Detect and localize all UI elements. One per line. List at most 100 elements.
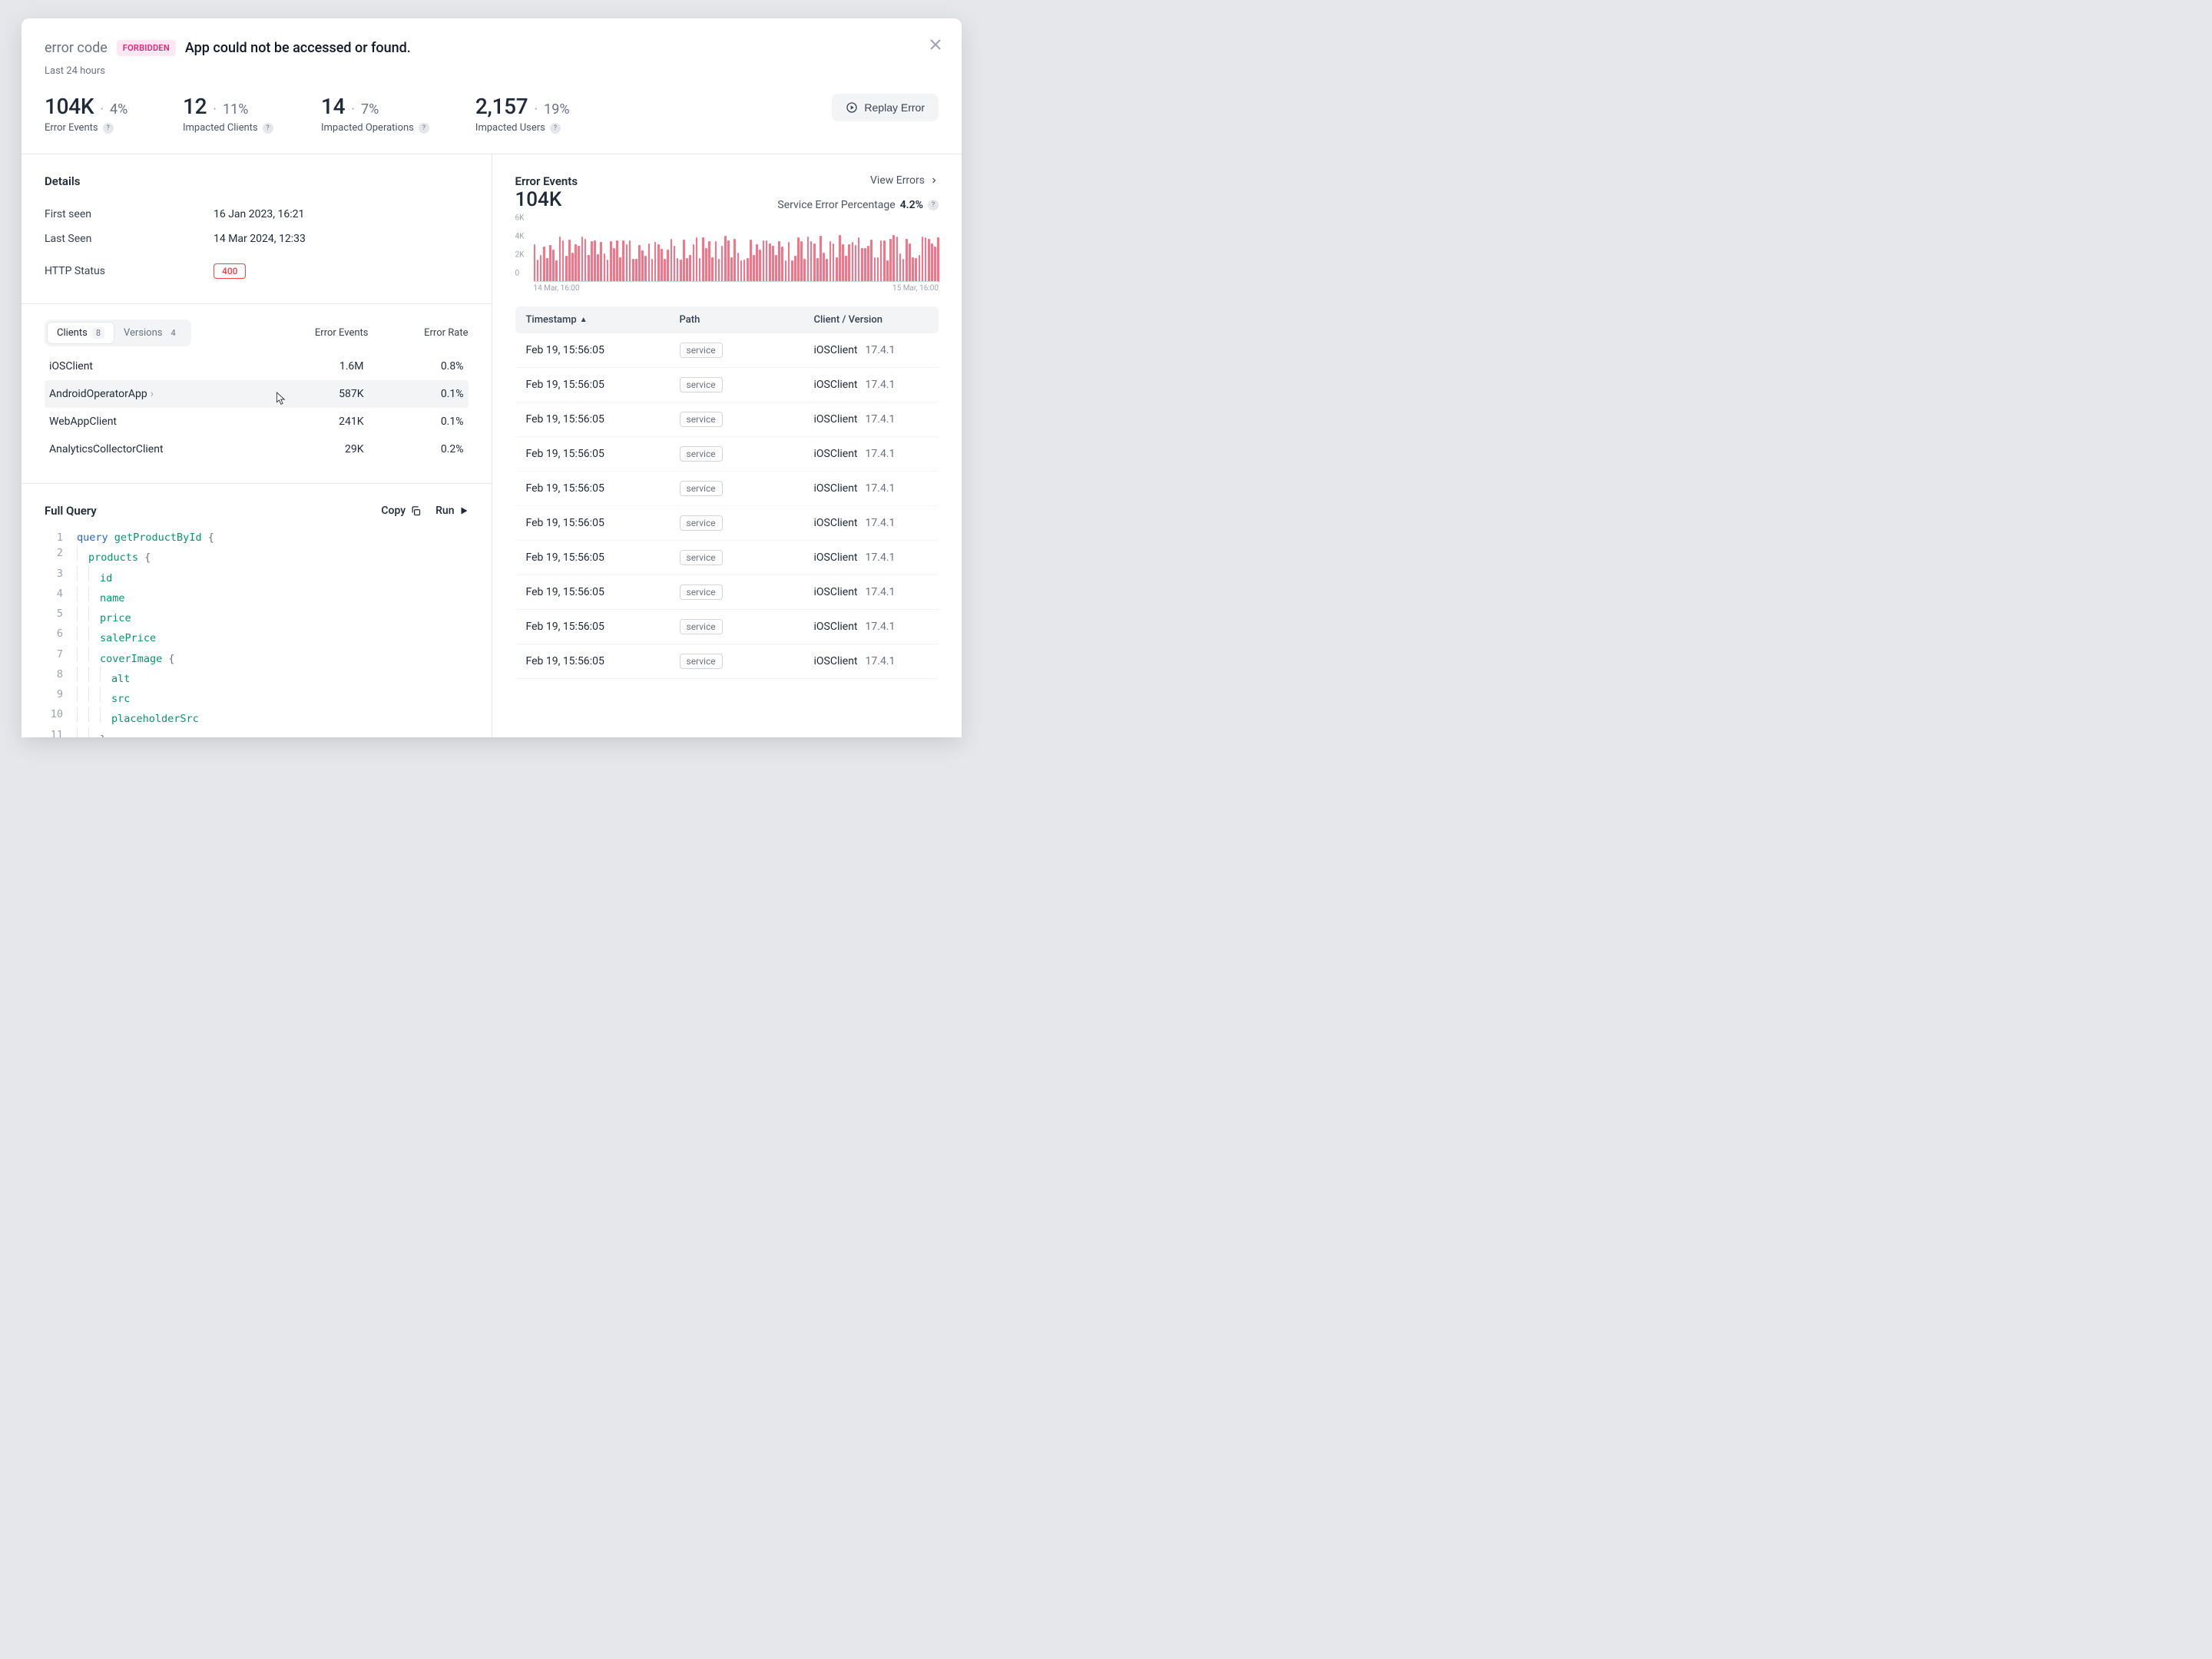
col-timestamp[interactable]: Timestamp ▲ [526,314,680,326]
full-query-section: Full Query Copy Run 1query getProductByI… [22,484,492,737]
chart-bar [562,240,565,282]
chart-bar [715,241,717,282]
chart-bar [657,244,660,282]
chart-bar [584,239,587,282]
error-detail-modal: error code FORBIDDEN App could not be ac… [22,18,962,737]
chart-bar [858,237,860,282]
chart-bar [788,242,790,282]
client-rate: 0.1% [364,388,464,400]
left-column: Details First seen16 Jan 2023, 16:21Last… [22,154,492,737]
chart-bar [648,243,651,282]
copy-label: Copy [381,505,406,517]
chart-bar [867,246,869,282]
http-status-label: HTTP Status [45,265,214,277]
path-pill: service [680,584,723,600]
chart-bar [534,244,536,282]
run-button[interactable]: Run [435,505,468,517]
chart-bar [781,247,783,282]
chart-bar [848,244,850,282]
event-row[interactable]: Feb 19, 15:56:05 service iOSClient17.4.1 [515,333,939,368]
chart-bar [886,260,889,282]
clients-section: Clients 8 Versions 4 Error Events Error … [22,304,492,484]
client-row[interactable]: AnalyticsCollectorClient 29K 0.2% [45,435,469,463]
modal-header: error code FORBIDDEN App could not be ac… [22,18,962,154]
client-row[interactable]: WebAppClient 241K 0.1% [45,408,469,435]
chart-bar [772,246,774,282]
status-badge: FORBIDDEN [117,40,176,56]
path-pill: service [680,343,723,358]
copy-button[interactable]: Copy [381,505,422,517]
event-row[interactable]: Feb 19, 15:56:05 service iOSClient17.4.1 [515,541,939,575]
event-row[interactable]: Feb 19, 15:56:05 service iOSClient17.4.1 [515,644,939,679]
chart-bar [810,241,813,282]
stat-value: 2,157 [475,94,528,119]
close-button[interactable] [926,35,945,54]
chart-bar [852,242,854,282]
chart-bar [651,259,654,282]
tab-clients[interactable]: Clients 8 [47,322,114,344]
chart-bar [870,240,873,282]
stat-label: Impacted Clients [183,122,258,134]
chart-bar [708,241,710,282]
client-row[interactable]: AndroidOperatorApp› 587K 0.1% [45,380,469,408]
chart-bar [552,250,555,282]
detail-val: 16 Jan 2023, 16:21 [214,208,304,220]
stat-pct: 7% [361,101,379,118]
details-title: Details [45,174,469,188]
client-rate: 0.2% [364,443,464,455]
chart-bar [641,250,644,282]
client-row[interactable]: iOSClient 1.6M 0.8% [45,353,469,380]
chart-bar [896,237,899,282]
chart-bar [581,237,584,282]
chart-bar [733,239,736,282]
chart-bar [794,256,796,282]
event-row[interactable]: Feb 19, 15:56:05 service iOSClient17.4.1 [515,472,939,506]
path-pill: service [680,377,723,392]
event-row[interactable]: Feb 19, 15:56:05 service iOSClient17.4.1 [515,575,939,610]
event-timestamp: Feb 19, 15:56:05 [526,482,680,495]
detail-key: First seen [45,208,214,220]
chart-bar [591,241,593,282]
stat-2: 14 · 7% Impacted Operations? [321,94,429,134]
event-row[interactable]: Feb 19, 15:56:05 service iOSClient17.4.1 [515,610,939,644]
chart-bar [769,243,771,282]
chart-bar [864,248,866,282]
chart-bar [800,241,803,282]
help-icon[interactable]: ? [419,123,429,134]
chart-bar [613,248,615,282]
chart-bar [797,237,800,282]
chart-bar [855,245,857,282]
col-path[interactable]: Path [680,314,814,326]
tab-versions[interactable]: Versions 4 [114,322,189,344]
help-icon[interactable]: ? [103,123,114,134]
event-client: iOSClient [814,586,858,598]
path-pill: service [680,446,723,462]
help-icon[interactable]: ? [550,123,561,134]
col-client-version[interactable]: Client / Version [814,314,929,326]
event-row[interactable]: Feb 19, 15:56:05 service iOSClient17.4.1 [515,437,939,472]
chevron-right-icon [929,176,939,185]
view-errors-link[interactable]: View Errors [870,174,939,187]
chart-bar [644,256,647,282]
replay-icon [846,101,858,114]
event-row[interactable]: Feb 19, 15:56:05 service iOSClient17.4.1 [515,402,939,437]
chart-bar [629,240,631,282]
event-timestamp: Feb 19, 15:56:05 [526,621,680,633]
help-icon[interactable]: ? [263,123,273,134]
path-pill: service [680,481,723,496]
chevron-right-icon: › [151,388,154,400]
event-client: iOSClient [814,621,858,633]
chart-bar [724,236,727,282]
help-icon[interactable]: ? [928,200,939,210]
chart-bar [693,244,695,282]
details-section: Details First seen16 Jan 2023, 16:21Last… [22,154,492,304]
error-events-section: Error Events View Errors 104K Service Er… [492,154,962,699]
event-row[interactable]: Feb 19, 15:56:05 service iOSClient17.4.1 [515,506,939,541]
event-version: 17.4.1 [866,517,896,529]
replay-error-button[interactable]: Replay Error [832,94,939,121]
chart-bar [622,240,624,282]
event-version: 17.4.1 [866,621,896,633]
chart-bar [937,237,939,282]
event-row[interactable]: Feb 19, 15:56:05 service iOSClient17.4.1 [515,368,939,402]
stat-pct: 19% [544,101,569,118]
